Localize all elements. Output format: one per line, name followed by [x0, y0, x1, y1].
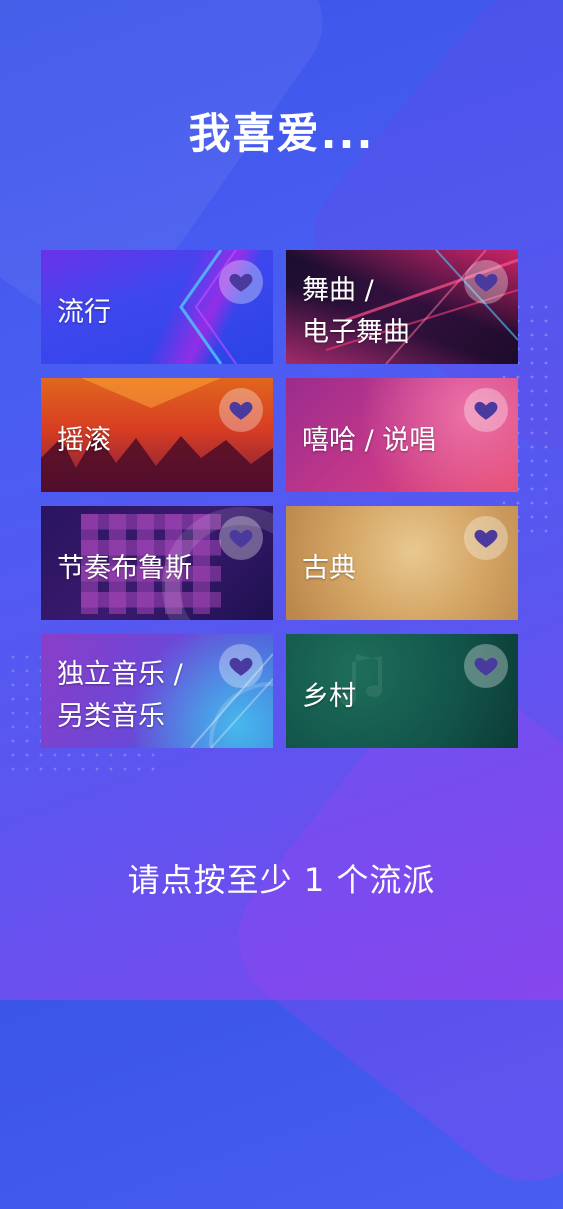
page-title: 我喜爱...: [188, 109, 375, 158]
genre-card-rnb[interactable]: 节奏布鲁斯: [41, 506, 273, 620]
genre-label: 节奏布鲁斯: [57, 553, 192, 584]
heart-icon[interactable]: [219, 644, 263, 688]
genre-label: 摇滚: [57, 425, 111, 456]
heart-icon[interactable]: [219, 516, 263, 560]
genre-card-pop[interactable]: 流行: [41, 250, 273, 364]
genre-label: 古典: [302, 553, 356, 584]
genre-label: 流行: [57, 297, 111, 328]
genre-card-rock[interactable]: 摇滚: [41, 378, 273, 492]
heart-icon[interactable]: [219, 260, 263, 304]
genre-label: 乡村: [302, 681, 356, 712]
genre-card-dance-electronic[interactable]: 舞曲 / 电子舞曲: [286, 250, 518, 364]
heart-icon[interactable]: [464, 516, 508, 560]
selection-prompt: 请点按至少 1 个流派: [127, 861, 436, 899]
genre-card-hiphop-rap[interactable]: 嘻哈 / 说唱: [286, 378, 518, 492]
heart-icon[interactable]: [219, 388, 263, 432]
heart-icon[interactable]: [464, 260, 508, 304]
genre-label: 独立音乐 / 另类音乐: [57, 659, 183, 732]
genre-label: 嘻哈 / 说唱: [302, 425, 437, 456]
genre-card-indie-alternative[interactable]: 独立音乐 / 另类音乐: [41, 634, 273, 748]
heart-icon[interactable]: [464, 644, 508, 688]
heart-icon[interactable]: [464, 388, 508, 432]
genre-card-country[interactable]: 乡村: [286, 634, 518, 748]
genre-card-classical[interactable]: 古典: [286, 506, 518, 620]
genre-label: 舞曲 / 电子舞曲: [302, 275, 410, 348]
